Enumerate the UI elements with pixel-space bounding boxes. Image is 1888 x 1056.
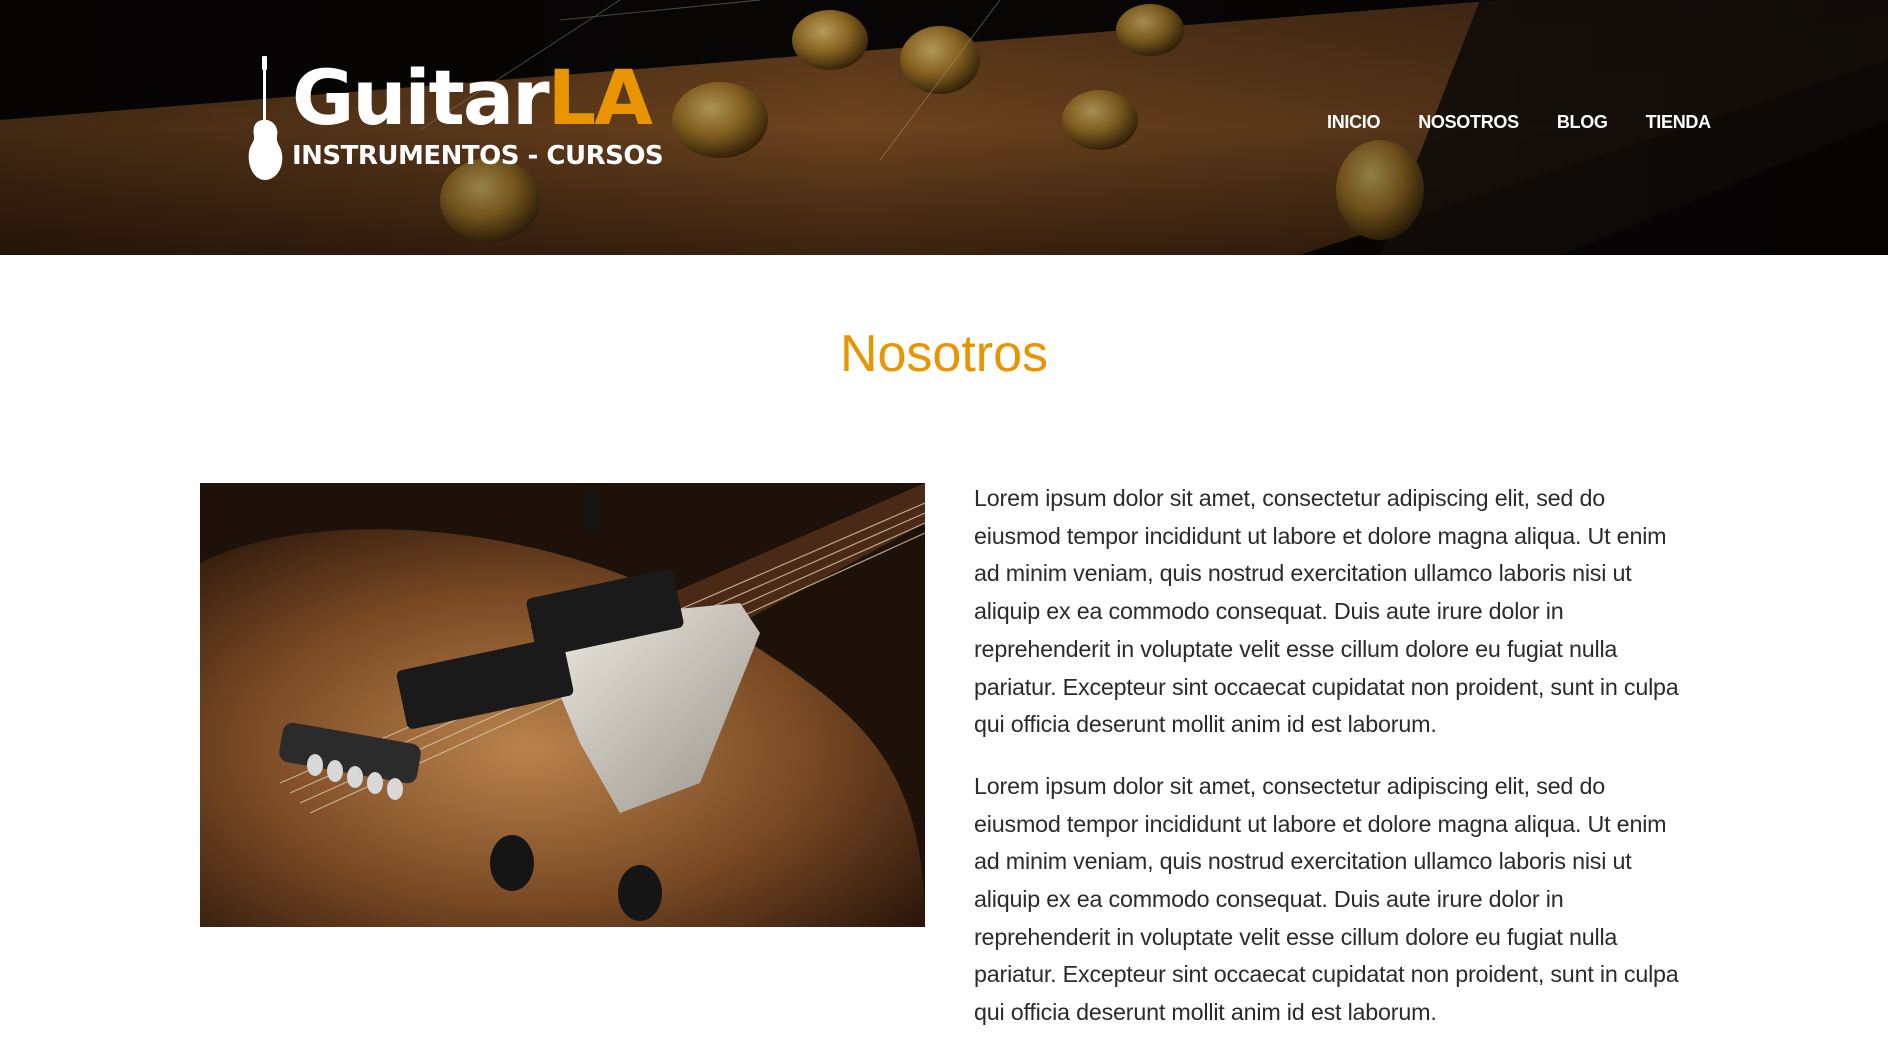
- about-paragraph-2: Lorem ipsum dolor sit amet, consectetur …: [974, 772, 1679, 1026]
- logo-word-guitar: Guitar: [292, 53, 550, 142]
- nav-link-inicio[interactable]: INICIO: [1327, 112, 1381, 133]
- page-title: Nosotros: [839, 325, 1049, 383]
- nav-link-tienda[interactable]: TIENDA: [1646, 112, 1712, 133]
- about-image: [200, 483, 925, 927]
- about-text: Lorem ipsum dolor sit amet, consectetur …: [974, 480, 1688, 1056]
- logo-wordmark: GuitarLA: [292, 56, 663, 140]
- about-paragraph-1: Lorem ipsum dolor sit amet, consectetur …: [974, 485, 1679, 738]
- site-logo[interactable]: GuitarLA INSTRUMENTOS - CURSOS: [246, 56, 664, 186]
- logo-tagline: INSTRUMENTOS - CURSOS: [292, 141, 664, 171]
- main-navigation: INICIO NOSOTROS BLOG TIENDA: [1327, 112, 1711, 133]
- electric-guitar-silhouette-icon: [248, 56, 283, 180]
- nav-link-blog[interactable]: BLOG: [1557, 112, 1608, 133]
- site-header: GuitarLA INSTRUMENTOS - CURSOS INICIO NO…: [0, 0, 1888, 255]
- nav-link-nosotros[interactable]: NOSOTROS: [1418, 112, 1519, 133]
- logo-word-la: LA: [547, 53, 653, 142]
- guitar-body-photo: [200, 483, 925, 927]
